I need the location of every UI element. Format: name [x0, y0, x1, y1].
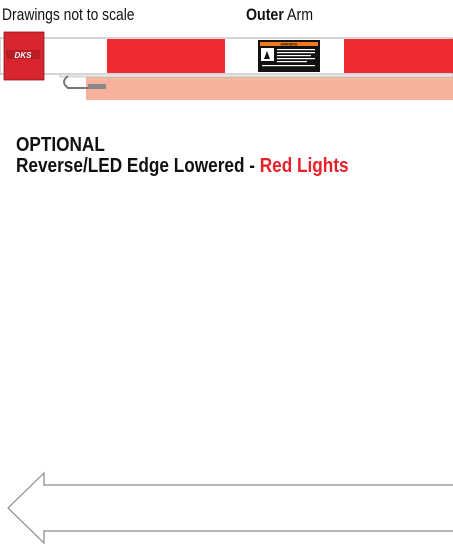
- outer-arm-diagram: DKS WARNING: [0, 31, 453, 100]
- arm-red-segment-2: [344, 39, 453, 73]
- mode-highlight: Red Lights: [259, 155, 349, 177]
- edge-connector: [88, 84, 106, 89]
- led-edge-glow: [86, 78, 453, 100]
- warning-label-title: WARNING: [281, 43, 298, 47]
- dks-logo: DKS: [15, 51, 33, 60]
- mode-prefix: Reverse/LED Edge Lowered -: [16, 155, 260, 177]
- left-arrow-icon: [7, 471, 453, 544]
- arrow-outline: [7, 471, 453, 544]
- mode-description: Reverse/LED Edge Lowered - Red Lights: [16, 156, 349, 177]
- optional-heading: OPTIONAL Reverse/LED Edge Lowered - Red …: [16, 135, 349, 177]
- arm-bottom-edge: [59, 73, 453, 78]
- optional-label: OPTIONAL: [16, 134, 105, 156]
- arm-red-segment-1: [107, 39, 225, 73]
